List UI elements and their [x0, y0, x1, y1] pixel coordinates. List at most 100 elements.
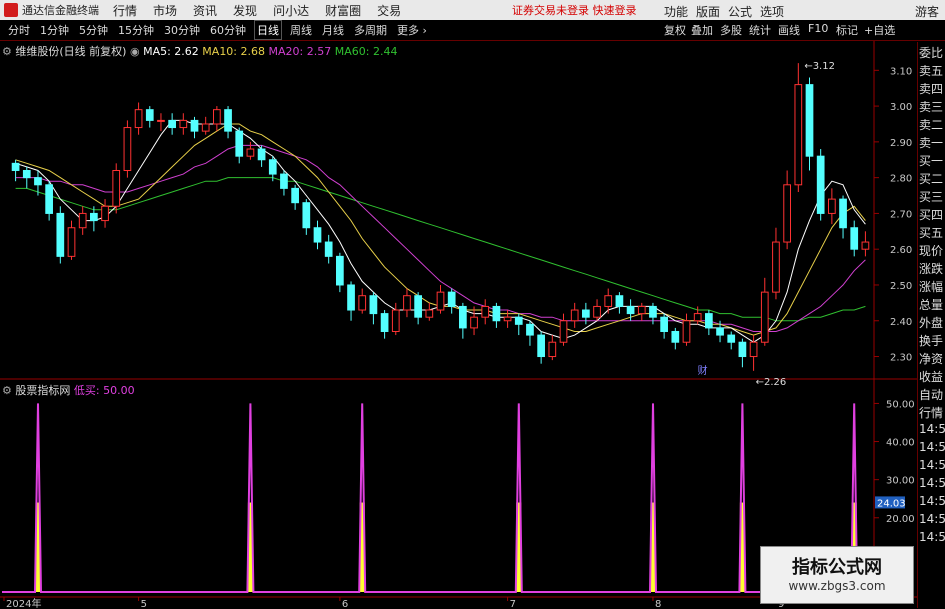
- candle-body: [380, 313, 389, 332]
- candle-body: [22, 169, 31, 179]
- candle-body: [235, 130, 244, 157]
- candle-body: [168, 119, 176, 129]
- candle-body: [45, 184, 53, 214]
- quote-panel-item[interactable]: 14:50: [919, 422, 945, 436]
- y-tick-label: 2.60: [890, 245, 912, 256]
- low-price-label: ←2.26: [756, 377, 787, 388]
- candle-body: [313, 227, 322, 243]
- quote-panel: 委比 卖五 卖四 卖三 卖二 卖一 买一 买二 买三 买四 买五 现价 涨跌 涨幅 总量 外盘 换手 净资 收益 自动…: [917, 42, 945, 608]
- candle-body: [727, 334, 736, 343]
- quote-panel-item[interactable]: 14:50: [919, 512, 945, 526]
- quote-panel-item[interactable]: 收益: [919, 368, 945, 385]
- candle-body: [593, 305, 601, 318]
- x-tick-label: 8: [655, 599, 661, 609]
- candle-body: [447, 291, 456, 307]
- candle-body: [324, 241, 333, 257]
- candle-body: [526, 323, 534, 336]
- candle-body: [11, 162, 20, 171]
- quote-panel-item[interactable]: 自动: [919, 386, 945, 403]
- candle-body: [861, 241, 870, 250]
- candle-body: [693, 313, 702, 322]
- chart-area[interactable]: 3.10 3.00 2.90 2.80 2.70 2.60 2.50 2.40 2.30 ←3.…: [0, 0, 945, 609]
- candle-body: [436, 291, 445, 311]
- candle-body: [123, 127, 132, 171]
- candle-body: [403, 295, 411, 311]
- quote-panel-item[interactable]: 委比: [919, 44, 945, 61]
- candle-body: [850, 227, 859, 250]
- candle-body: [101, 205, 109, 222]
- candle-body: [514, 316, 523, 325]
- candle-body: [671, 330, 680, 343]
- eye-icon[interactable]: ◉: [130, 45, 140, 58]
- candle-body: [291, 187, 299, 204]
- x-tick-label: 6: [342, 599, 348, 609]
- candle-body: [369, 295, 378, 315]
- quote-panel-item[interactable]: 现价: [919, 242, 945, 259]
- quote-panel-item[interactable]: 总量: [919, 296, 945, 313]
- quote-panel-item[interactable]: 买二: [919, 170, 945, 187]
- candle-body: [537, 334, 545, 358]
- candle-body: [78, 212, 87, 229]
- quote-panel-item[interactable]: 买四: [919, 206, 945, 223]
- candle-body: [179, 119, 188, 129]
- quote-panel-item[interactable]: 卖二: [919, 116, 945, 133]
- candle-body: [470, 316, 478, 329]
- quote-panel-item[interactable]: 14:50: [919, 476, 945, 490]
- candle-body: [548, 341, 557, 358]
- candle-body: [112, 169, 121, 207]
- candle-body: [805, 84, 814, 157]
- candle-body: [637, 305, 646, 315]
- quote-panel-item[interactable]: 14:50: [919, 458, 945, 472]
- candle-body: [67, 227, 76, 257]
- candle-body: [760, 291, 769, 343]
- quote-panel-item[interactable]: 14:50: [919, 494, 945, 508]
- quote-panel-item[interactable]: 卖五: [919, 62, 945, 79]
- sub-y-tick-label: 20.00: [886, 514, 915, 525]
- quote-panel-item[interactable]: 卖四: [919, 80, 945, 97]
- y-tick-label: 2.40: [890, 317, 912, 328]
- quote-panel-item[interactable]: 14:50: [919, 440, 945, 454]
- quote-panel-item[interactable]: 买三: [919, 188, 945, 205]
- candle-body: [134, 109, 143, 129]
- candle-body: [481, 305, 490, 318]
- candle-body: [604, 295, 613, 307]
- quote-panel-item[interactable]: 涨幅: [919, 278, 945, 295]
- x-tick-label: 2024年: [6, 597, 41, 609]
- indicator-name[interactable]: 股票指标网: [15, 384, 70, 397]
- x-tick-label: 7: [510, 599, 516, 609]
- candle-body: [783, 184, 791, 243]
- ma5-label: MA5: 2.62: [143, 45, 199, 58]
- candle-body: [190, 119, 199, 132]
- candle-body: [201, 123, 210, 132]
- sub-y-tick-label: 50.00: [886, 399, 915, 410]
- main-legend: ⚙ 维维股份(日线 前复权) ◉ MA5: 2.62 MA10: 2.68 MA…: [2, 43, 397, 59]
- candle-body: [794, 84, 803, 186]
- settings-icon[interactable]: ⚙: [2, 45, 12, 58]
- quote-panel-item[interactable]: 涨跌: [919, 260, 945, 277]
- quote-panel-item[interactable]: 卖三: [919, 98, 945, 115]
- high-price-label: ←3.12: [804, 61, 835, 72]
- quote-panel-item[interactable]: 买五: [919, 224, 945, 241]
- quote-panel-item[interactable]: 行情: [919, 404, 945, 421]
- current-value-label: 24.03: [877, 498, 906, 509]
- ma10-label: MA10: 2.68: [202, 45, 266, 58]
- quote-panel-item[interactable]: 换手: [919, 332, 945, 349]
- candle-body: [224, 109, 232, 132]
- sub-legend: ⚙ 股票指标网 低买: 50.00: [2, 382, 135, 398]
- sub-y-tick-label: 30.00: [886, 476, 915, 487]
- stock-name[interactable]: 维维股份(日线 前复权): [15, 45, 126, 58]
- candle-body: [280, 173, 288, 189]
- quote-panel-item[interactable]: 净资: [919, 350, 945, 367]
- candle-body: [682, 320, 691, 343]
- candle-body: [347, 284, 355, 311]
- quote-panel-item[interactable]: 14:50: [919, 530, 945, 544]
- y-tick-label: 2.30: [890, 353, 912, 364]
- candle-body: [302, 202, 311, 229]
- y-tick-label: 2.80: [890, 174, 912, 185]
- quote-panel-item[interactable]: 卖一: [919, 134, 945, 151]
- quote-panel-item[interactable]: 买一: [919, 152, 945, 169]
- quote-panel-item[interactable]: 外盘: [919, 314, 945, 331]
- candle-body: [257, 148, 266, 161]
- candle-body: [391, 309, 400, 332]
- settings-icon[interactable]: ⚙: [2, 384, 12, 397]
